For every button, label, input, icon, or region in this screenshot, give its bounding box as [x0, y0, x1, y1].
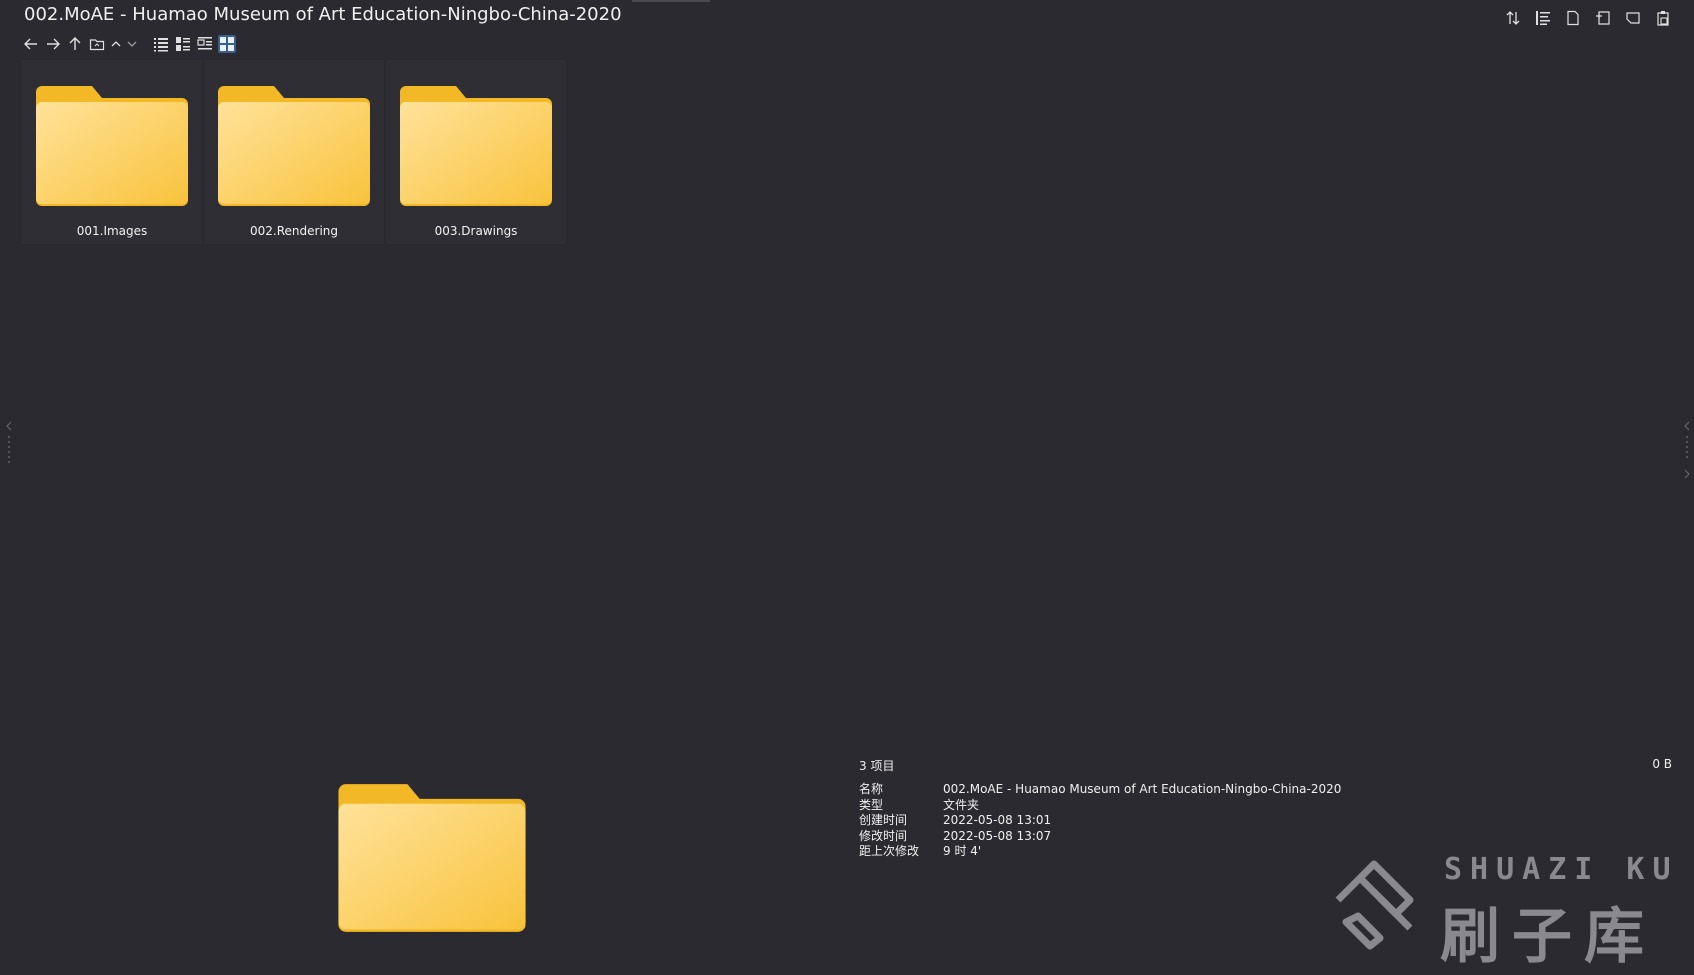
info-value: 2022-05-08 13:01	[943, 813, 1052, 827]
brush-logo-icon	[1335, 860, 1414, 950]
sort-icon[interactable]	[1502, 8, 1524, 28]
group-icon[interactable]	[1532, 8, 1554, 28]
info-key: 距上次修改	[859, 844, 920, 858]
folder-icon	[400, 86, 552, 206]
total-size: 0 B	[1652, 757, 1672, 771]
right-pane-splitter[interactable]	[1682, 420, 1692, 480]
info-value: 002.MoAE - Huamao Museum of Art Educatio…	[943, 782, 1342, 796]
folder-name: 001.Images	[76, 224, 148, 238]
title-tab-indicator	[632, 0, 710, 2]
item-count: 3 项目	[859, 759, 895, 773]
info-row: 名称 002.MoAE - Huamao Museum of Art Educat…	[859, 782, 1341, 798]
info-panel: 3 项目 名称 002.MoAE - Huamao Museum of Art E…	[859, 757, 1341, 860]
info-row: 创建时间 2022-05-08 13:01	[859, 813, 1341, 829]
folder-name: 003.Drawings	[434, 224, 518, 238]
navigation-toolbar	[22, 34, 236, 54]
left-pane-splitter[interactable]	[6, 420, 12, 472]
folder-name: 002.Rendering	[250, 224, 338, 238]
folder-item[interactable]: 001.Images	[22, 60, 202, 244]
watermark-cn: 刷子库	[1440, 902, 1656, 972]
watermark-en: SHUAZI KU	[1444, 852, 1679, 887]
window-title: 002.MoAE - Huamao Museum of Art Educatio…	[24, 4, 622, 25]
paste-icon[interactable]	[1652, 8, 1674, 28]
chevron-down-icon[interactable]	[126, 35, 138, 53]
details-view-icon[interactable]	[174, 35, 192, 53]
list-view-icon[interactable]	[152, 35, 170, 53]
chevron-up-icon[interactable]	[110, 35, 122, 53]
info-row: 修改时间 2022-05-08 13:07	[859, 829, 1341, 845]
folder-browse-icon[interactable]	[88, 35, 106, 53]
up-arrow-icon[interactable]	[66, 35, 84, 53]
tiles-view-icon[interactable]	[196, 35, 214, 53]
info-row: 距上次修改 9 时 4'	[859, 844, 1341, 860]
preview-folder-icon	[336, 780, 528, 940]
folder-grid: 001.Images 002.Rendering 003.Drawings	[22, 60, 566, 244]
folder-icon	[218, 86, 370, 206]
info-key: 名称	[859, 782, 884, 796]
info-key: 创建时间	[859, 813, 908, 827]
info-value: 9 时 4'	[943, 844, 982, 858]
new-file-icon[interactable]	[1562, 8, 1584, 28]
info-key: 修改时间	[859, 828, 908, 843]
info-value: 文件夹	[943, 797, 980, 812]
watermark: SHUAZI KU 刷子库	[1322, 846, 1671, 972]
info-row: 类型 文件夹	[859, 798, 1341, 814]
new-window-icon[interactable]	[1592, 8, 1614, 28]
right-toolbar	[1502, 8, 1674, 28]
folder-item[interactable]: 003.Drawings	[386, 60, 566, 244]
info-key: 类型	[859, 797, 884, 812]
folder-item[interactable]: 002.Rendering	[204, 60, 384, 244]
new-tab-icon[interactable]	[1622, 8, 1644, 28]
large-icons-view-icon[interactable]	[218, 35, 236, 53]
info-value: 2022-05-08 13:07	[943, 828, 1052, 843]
folder-icon	[36, 86, 188, 206]
back-arrow-icon[interactable]	[22, 35, 40, 53]
forward-arrow-icon[interactable]	[44, 35, 62, 53]
